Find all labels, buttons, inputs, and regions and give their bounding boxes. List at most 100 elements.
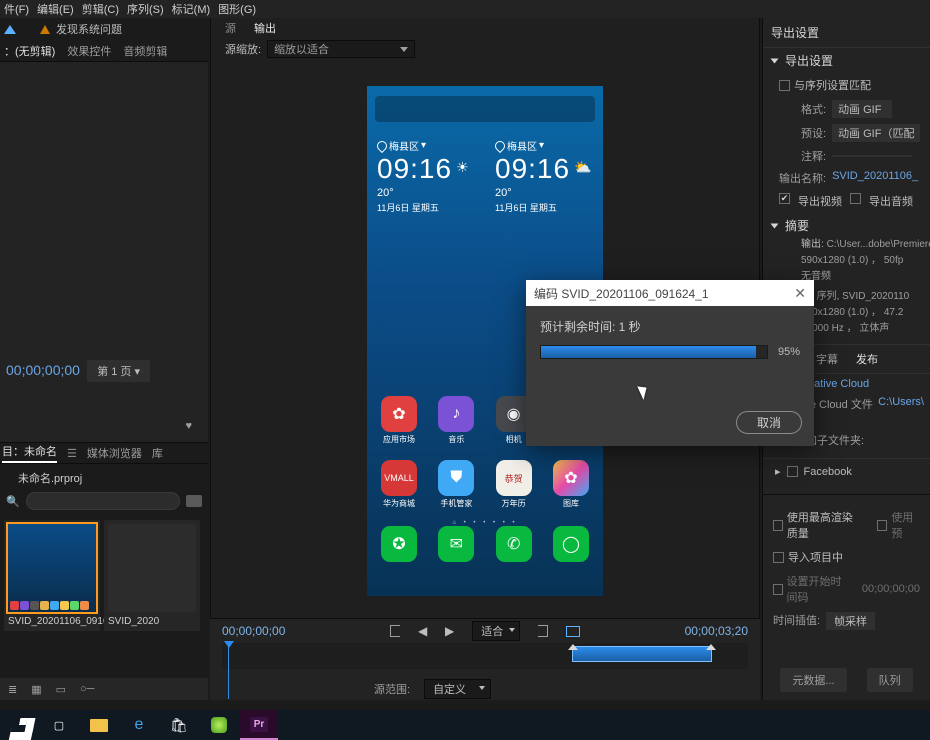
timeline-out-tc[interactable]: 00;00;03;20: [685, 624, 748, 638]
start-tc-value: 00;00;00;00: [862, 583, 920, 595]
checkbox-facebook[interactable]: [787, 466, 798, 477]
export-panel-title: 导出设置: [763, 18, 930, 48]
taskview-icon[interactable]: ▢: [40, 710, 78, 740]
label-use-previews: 使用预: [891, 509, 920, 541]
store-icon[interactable]: 🛍: [160, 710, 198, 740]
menu-graphics[interactable]: 图形(G): [214, 1, 260, 17]
freeform-view-icon[interactable]: ▭: [56, 683, 66, 696]
progress-percent: 95%: [778, 346, 800, 358]
cc-folder-value[interactable]: C:\Users\: [878, 396, 924, 428]
label-import-project: 导入项目中: [788, 549, 843, 565]
timeline-footer: 源范围: 自定义: [210, 678, 760, 700]
checkbox-use-previews[interactable]: [877, 520, 887, 531]
timeline-panel: 00;00;00;00 ▶▶ 适合 00;00;03;20 源范围: 自定义: [210, 618, 760, 700]
bin-item[interactable]: SVID_2020: [104, 520, 200, 631]
dialog-eta: 预计剩余时间: 1 秒: [540, 318, 800, 335]
scale-dropdown[interactable]: 缩放以适合: [267, 40, 415, 58]
menu-bar: 件(F) 编辑(E) 剪辑(C) 序列(S) 标记(M) 图形(G): [0, 0, 930, 18]
outname-label: 输出名称:: [779, 170, 826, 186]
premiere-icon[interactable]: Pr: [240, 710, 278, 740]
metadata-button[interactable]: 元数据...: [780, 668, 846, 692]
project-footer: ≣ ▦ ▭ ○─: [0, 678, 208, 700]
bin-thumbnail: [8, 524, 96, 612]
warning-icon: [40, 25, 50, 34]
outname-link[interactable]: SVID_20201106_: [832, 170, 918, 186]
favorite-icon[interactable]: ♥: [185, 420, 192, 432]
subtab-publish[interactable]: 发布: [856, 351, 878, 367]
tab-project[interactable]: 目：未命名: [2, 443, 57, 463]
checkbox-import-project[interactable]: [773, 552, 784, 563]
explorer-icon[interactable]: [80, 710, 118, 740]
new-bin-icon[interactable]: [186, 495, 202, 507]
source-range-label: 源范围:: [374, 681, 410, 697]
project-bins: SVID_20201106_091624_1...14;28 SVID_2020: [0, 516, 208, 635]
tab-preview-output[interactable]: 输出: [254, 20, 276, 36]
interp-label: 时间插值:: [773, 612, 820, 630]
menu-marker[interactable]: 标记(M): [168, 1, 215, 17]
dialog-title-text: 编码 SVID_20201106_091624_1: [534, 285, 709, 302]
bin-item-selected[interactable]: SVID_20201106_091624_1...14;28: [4, 520, 100, 631]
warning-text[interactable]: 发现系统问题: [56, 21, 122, 37]
menu-file[interactable]: 件(F): [0, 1, 33, 17]
label-start-tc: 设置开始时间码: [787, 573, 851, 605]
menu-sequence[interactable]: 序列(S): [123, 1, 168, 17]
tab-libraries[interactable]: 库: [152, 445, 163, 461]
page-button[interactable]: 第 1 页 ▾: [87, 360, 150, 382]
preview-scale-row: 源缩放: 缩放以适合: [211, 38, 759, 60]
dialog-titlebar[interactable]: 编码 SVID_20201106_091624_1 ✕: [526, 280, 814, 306]
project-tabs: 目：未命名☰ 媒体浏览器 库: [0, 442, 208, 464]
notes-input[interactable]: [832, 155, 912, 157]
list-view-icon[interactable]: ≣: [8, 683, 17, 696]
edge-icon[interactable]: e: [120, 710, 158, 740]
timeline-ruler-row: 00;00;00;00 ▶▶ 适合 00;00;03;20: [210, 619, 760, 643]
source-timecode[interactable]: 00;00;00;00: [6, 362, 80, 378]
label-max-quality: 使用最高渲染质量: [787, 509, 864, 541]
mark-out-icon[interactable]: [538, 625, 548, 637]
home-icon[interactable]: [4, 25, 16, 34]
queue-button[interactable]: 队列: [867, 668, 913, 692]
checkbox-export-video[interactable]: ✔: [779, 193, 790, 204]
icon-view-icon[interactable]: ▦: [31, 683, 41, 696]
zoom-slider-icon[interactable]: ○─: [80, 683, 94, 695]
start-button[interactable]: [0, 710, 38, 740]
label-match-sequence: 与序列设置匹配: [794, 77, 871, 93]
format-dropdown[interactable]: 动画 GIF: [832, 100, 892, 118]
close-icon[interactable]: ✕: [794, 285, 806, 302]
mark-in-icon[interactable]: [390, 625, 400, 637]
checkbox-export-audio[interactable]: [850, 193, 861, 204]
preview-tabs: 源 输出: [211, 18, 759, 38]
format-label: 格式:: [801, 101, 826, 117]
subtab-captions[interactable]: 字幕: [816, 351, 838, 367]
section-export-settings[interactable]: 导出设置: [763, 48, 930, 73]
timeline-in-tc[interactable]: 00;00;00;00: [222, 624, 285, 638]
source-tabs: ：(无剪辑) 效果控件 音频剪辑: [0, 40, 208, 62]
export-options: 使用最高渲染质量 使用预 导入项目中 设置开始时间码 00;00;00;00 时…: [763, 501, 930, 637]
checkbox-start-tc[interactable]: [773, 584, 783, 595]
timeline-track[interactable]: [222, 643, 748, 669]
tab-preview-source[interactable]: 源: [225, 20, 236, 36]
wechat-icon[interactable]: [200, 710, 238, 740]
tab-effect-controls[interactable]: 效果控件: [67, 43, 111, 59]
label-export-video: 导出视频: [798, 193, 842, 209]
menu-clip[interactable]: 剪辑(C): [78, 1, 123, 17]
section-summary[interactable]: 摘要: [763, 213, 930, 238]
facebook-row[interactable]: ▸Facebook: [763, 458, 930, 484]
preset-dropdown[interactable]: 动画 GIF（匹配: [832, 124, 920, 142]
tab-audio-clip[interactable]: 音频剪辑: [123, 43, 167, 59]
menu-edit[interactable]: 编辑(E): [33, 1, 78, 17]
tab-source-noclip[interactable]: ：(无剪辑): [4, 43, 55, 59]
encoding-dialog: 编码 SVID_20201106_091624_1 ✕ 预计剩余时间: 1 秒 …: [526, 280, 814, 446]
left-column: ：(无剪辑) 效果控件 音频剪辑 00;00;00;00 第 1 页 ▾ ♥ 目…: [0, 40, 208, 700]
fullscreen-icon[interactable]: [566, 626, 580, 637]
cancel-button[interactable]: 取消: [736, 411, 802, 434]
project-search-input[interactable]: [26, 492, 180, 510]
checkbox-match-sequence[interactable]: [779, 80, 790, 91]
source-range-dropdown[interactable]: 自定义: [424, 679, 491, 699]
timeline-fit-dropdown[interactable]: 适合: [472, 621, 520, 641]
timeline-clip[interactable]: [572, 646, 712, 662]
phone-left-widget: 梅县区 ▾ 09:16☀ 20° 11月6日 星期五: [367, 138, 485, 214]
checkbox-max-quality[interactable]: [773, 520, 783, 531]
notes-label: 注释:: [801, 148, 826, 164]
interp-dropdown[interactable]: 帧采样: [826, 612, 875, 630]
tab-media-browser[interactable]: 媒体浏览器: [87, 445, 142, 461]
